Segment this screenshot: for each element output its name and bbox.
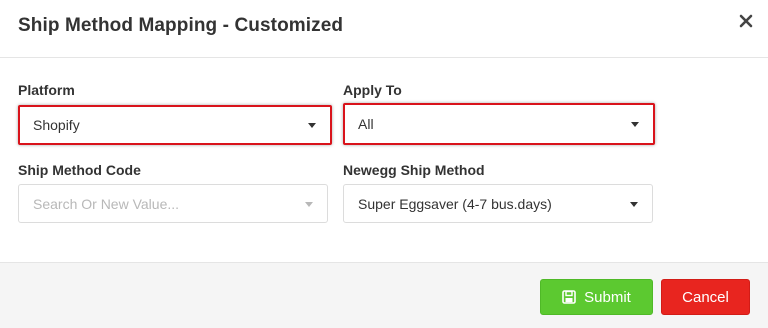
save-icon [562, 290, 576, 304]
dialog-body: Platform Shopify Apply To All Ship Metho… [0, 58, 768, 262]
ship-method-code-select[interactable]: Search Or New Value... [18, 184, 328, 223]
chevron-down-icon [631, 122, 639, 127]
ship-method-mapping-dialog: Ship Method Mapping - Customized Platfor… [0, 0, 768, 328]
dialog-header: Ship Method Mapping - Customized [0, 0, 768, 58]
cancel-label: Cancel [682, 288, 729, 306]
apply-to-select-value: All [358, 116, 374, 132]
dialog-title: Ship Method Mapping - Customized [18, 15, 344, 36]
apply-to-select[interactable]: All [343, 103, 655, 145]
platform-select-value: Shopify [33, 117, 80, 133]
platform-label: Platform [18, 82, 75, 98]
newegg-ship-method-label: Newegg Ship Method [343, 162, 485, 178]
cancel-button[interactable]: Cancel [661, 279, 750, 315]
newegg-ship-method-select[interactable]: Super Eggsaver (4-7 bus.days) [343, 184, 653, 223]
platform-select[interactable]: Shopify [18, 105, 332, 145]
submit-button[interactable]: Submit [540, 279, 653, 315]
chevron-down-icon [308, 123, 316, 128]
newegg-ship-method-value: Super Eggsaver (4-7 bus.days) [358, 195, 552, 212]
chevron-down-icon [630, 201, 638, 207]
chevron-down-icon [305, 201, 313, 207]
ship-method-code-placeholder: Search Or New Value... [33, 195, 180, 212]
dialog-footer: Submit Cancel [0, 262, 768, 328]
close-icon[interactable] [738, 13, 754, 29]
submit-label: Submit [584, 288, 631, 306]
apply-to-label: Apply To [343, 82, 402, 98]
ship-method-code-label: Ship Method Code [18, 162, 141, 178]
